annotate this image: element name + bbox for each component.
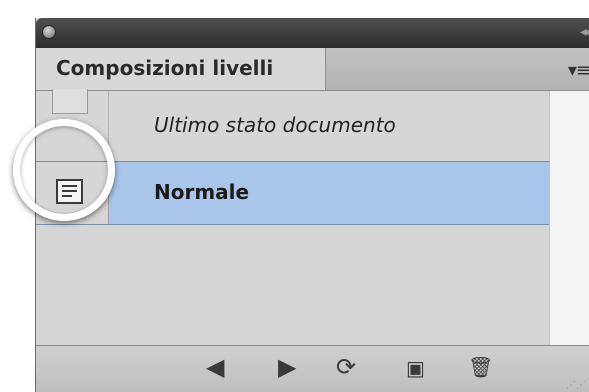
bottom-toolbar: ◀ ▶ ⟳ ▣ 🗑 ⋰⋰ [36, 345, 589, 392]
layer-comps-panel: ◂◂ Composizioni livelli ▾≡ Ultimo stato … [35, 18, 589, 392]
resize-grip-icon[interactable]: ⋰⋰ [566, 380, 586, 391]
list-item-label: Ultimo stato documento [154, 113, 396, 137]
highlight-circle [13, 119, 115, 221]
update-icon[interactable]: ⟳ [336, 353, 356, 381]
close-button[interactable] [42, 25, 56, 39]
previous-icon[interactable]: ◀ [206, 353, 224, 381]
panel-title-bar[interactable]: ◂◂ [36, 18, 589, 48]
tab-strip: Composizioni livelli ▾≡ [36, 48, 589, 91]
next-icon[interactable]: ▶ [278, 353, 296, 381]
new-comp-icon[interactable]: ▣ [406, 356, 425, 380]
collapse-icon[interactable]: ◂◂ [580, 24, 589, 40]
tab-layer-comps[interactable]: Composizioni livelli [36, 48, 326, 90]
scrollbar-track[interactable] [549, 91, 589, 353]
panel-menu-icon[interactable]: ▾≡ [568, 60, 589, 81]
list-item-last-document-state[interactable]: Ultimo stato documento [36, 89, 589, 162]
empty-slot-icon[interactable] [52, 89, 88, 114]
list-item-label: Normale [154, 180, 250, 204]
trash-icon[interactable]: 🗑 [468, 355, 493, 379]
list-item-normale[interactable]: Normale [36, 162, 589, 225]
